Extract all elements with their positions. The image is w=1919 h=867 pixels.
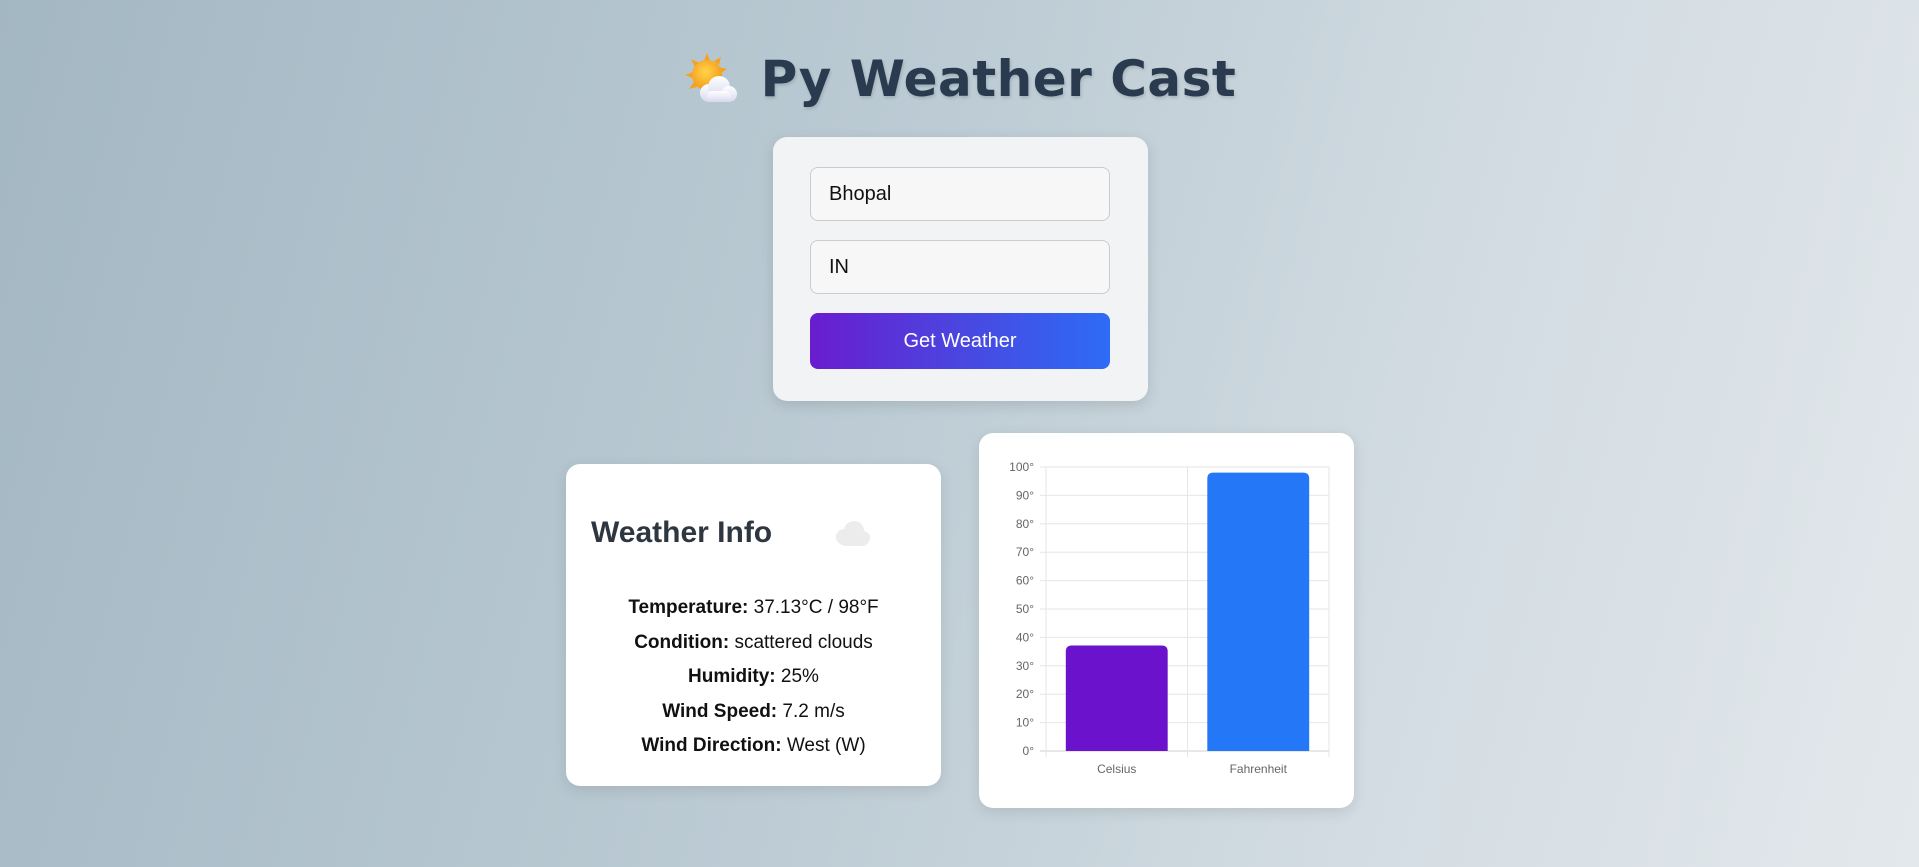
sun-behind-cloud-icon bbox=[683, 51, 739, 107]
temperature-chart-card: 0° 10° 20° 30° 40° 50° 60° 70° 80° 90° 100° Celsius… bbox=[979, 433, 1354, 808]
page-header: Py Weather Cast bbox=[0, 50, 1919, 108]
y-tick-label: 90° bbox=[1016, 488, 1034, 502]
get-weather-button[interactable]: Get Weather bbox=[810, 313, 1110, 369]
city-input[interactable] bbox=[810, 167, 1110, 221]
condition-value: scattered clouds bbox=[734, 631, 873, 653]
temperature-value: 37.13°C / 98°F bbox=[753, 597, 879, 618]
wind-speed-row: Wind Speed: 7.2 m/s bbox=[566, 695, 941, 730]
y-tick-label: 0° bbox=[1023, 744, 1035, 758]
y-tick-label: 100° bbox=[1009, 460, 1034, 474]
y-tick-label: 40° bbox=[1016, 630, 1034, 644]
weather-info-title: Weather Info bbox=[591, 516, 773, 549]
condition-label: Condition: bbox=[634, 631, 730, 653]
humidity-row: Humidity: 25% bbox=[566, 660, 941, 695]
bar-celsius bbox=[1065, 645, 1168, 751]
condition-row: Condition: scattered clouds bbox=[566, 626, 941, 661]
x-tick-label: Fahrenheit bbox=[1230, 762, 1288, 776]
y-tick-label: 50° bbox=[1016, 602, 1034, 616]
page-title: Py Weather Cast bbox=[760, 50, 1237, 108]
bar-fahrenheit bbox=[1207, 472, 1310, 751]
humidity-value: 25% bbox=[780, 666, 819, 687]
wind-direction-value: West (W) bbox=[786, 735, 866, 756]
wind-direction-row: Wind Direction: West (W) bbox=[566, 729, 941, 764]
temperature-row: Temperature: 37.13°C / 98°F bbox=[566, 591, 941, 626]
x-tick-label: Celsius bbox=[1097, 762, 1136, 776]
temperature-chart: 0° 10° 20° 30° 40° 50° 60° 70° 80° 90° 100° Celsius… bbox=[1009, 460, 1330, 776]
y-tick-label: 80° bbox=[1016, 517, 1034, 531]
y-tick-label: 10° bbox=[1016, 716, 1034, 730]
humidity-label: Humidity: bbox=[688, 666, 776, 687]
weather-details: Temperature: 37.13°C / 98°F Condition: s… bbox=[566, 591, 941, 764]
weather-info-card: Weather Info Temperature: 37.13°C / 98°F… bbox=[566, 464, 941, 786]
y-tick-label: 30° bbox=[1016, 659, 1034, 673]
cloud-icon bbox=[832, 520, 872, 548]
wind-speed-label: Wind Speed: bbox=[662, 700, 778, 722]
temperature-label: Temperature: bbox=[628, 597, 749, 618]
country-input[interactable] bbox=[810, 240, 1110, 294]
y-tick-label: 70° bbox=[1016, 545, 1034, 559]
y-tick-label: 60° bbox=[1016, 574, 1034, 588]
wind-speed-value: 7.2 m/s bbox=[782, 700, 845, 722]
search-form: Get Weather bbox=[773, 137, 1148, 401]
y-tick-label: 20° bbox=[1016, 687, 1034, 701]
wind-direction-label: Wind Direction: bbox=[641, 735, 782, 756]
